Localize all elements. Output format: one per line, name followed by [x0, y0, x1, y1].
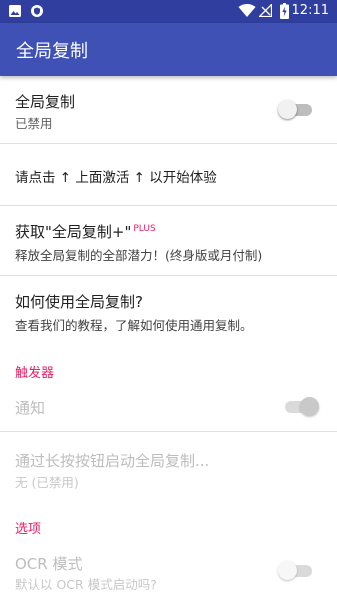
how-to-setting[interactable]: 如何使用全局复制? 查看我们的教程，了解如何使用通用复制。 [0, 276, 337, 341]
ocr-mode-toggle[interactable] [278, 560, 314, 582]
plus-badge: PLUS [133, 224, 156, 234]
how-to-title: 如何使用全局复制? [15, 293, 143, 311]
app-title: 全局复制 [16, 41, 88, 62]
ocr-mode-subtitle: 默认以 OCR 模式启动吗? [15, 577, 157, 592]
toggle-thumb [278, 100, 297, 119]
get-plus-title-text: 获取"全局复制+" [15, 223, 132, 241]
ocr-mode-setting[interactable]: OCR 模式 默认以 OCR 模式启动吗? [0, 543, 337, 600]
long-press-subtitle: 无 (已禁用) [15, 475, 79, 490]
status-bar: 12:11 [0, 0, 337, 23]
vpn-shield-icon [31, 5, 43, 17]
global-copy-status: 已禁用 [15, 116, 53, 131]
global-copy-title: 全局复制 [15, 93, 76, 111]
toggle-thumb [278, 561, 297, 580]
notification-toggle[interactable] [283, 396, 319, 418]
long-press-setting[interactable]: 通过长按按钮启动全局复制... 无 (已禁用) [0, 432, 337, 497]
image-icon [9, 5, 21, 17]
wifi-icon [238, 4, 256, 17]
activation-hint: 请点击 ↑ 上面激活 ↑ 以开始体验 [0, 144, 337, 205]
long-press-title: 通过长按按钮启动全局复制... [15, 452, 210, 470]
notification-setting[interactable]: 通知 [0, 385, 337, 431]
notification-title: 通知 [15, 399, 46, 417]
activation-hint-text: 请点击 ↑ 上面激活 ↑ 以开始体验 [15, 170, 217, 186]
options-category-header: 选项 [15, 522, 42, 537]
ocr-mode-title: OCR 模式 [15, 555, 83, 573]
status-time: 12:11 [291, 3, 329, 18]
toggle-thumb [300, 397, 319, 416]
trigger-category-header: 触发器 [15, 366, 55, 381]
global-copy-toggle[interactable] [278, 99, 314, 121]
get-plus-title: 获取"全局复制+" PLUS [15, 221, 156, 242]
global-copy-setting[interactable]: 全局复制 已禁用 [0, 76, 337, 143]
get-plus-setting[interactable]: 获取"全局复制+" PLUS 释放全局复制的全部潜力！(终身版或月付制) [0, 206, 337, 274]
signal-icon [259, 4, 272, 17]
battery-charging-icon [280, 3, 289, 19]
app-bar: 全局复制 [0, 23, 337, 76]
how-to-subtitle: 查看我们的教程，了解如何使用通用复制。 [15, 318, 253, 333]
get-plus-subtitle: 释放全局复制的全部潜力！(终身版或月付制) [15, 248, 263, 263]
